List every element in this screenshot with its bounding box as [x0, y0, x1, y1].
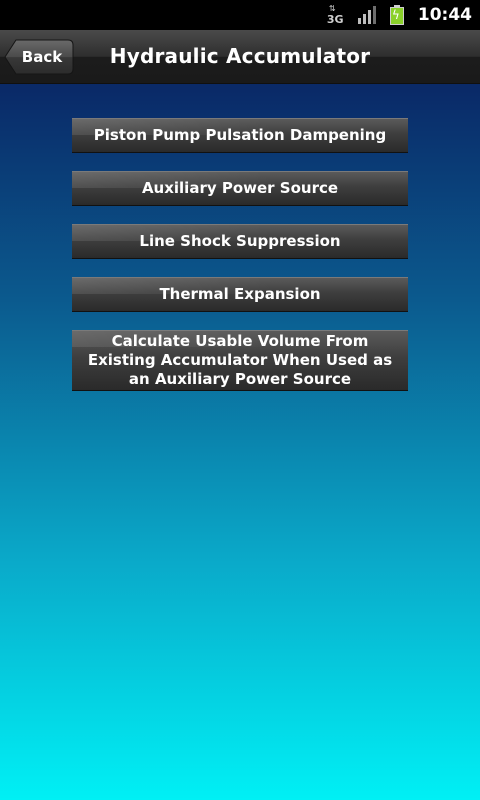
back-button[interactable]: Back [4, 39, 74, 75]
status-clock: 10:44 [417, 5, 472, 25]
menu-button-label: Calculate Usable Volume From Existing Ac… [87, 332, 393, 388]
back-button-label: Back [21, 48, 63, 66]
menu-button-label: Line Shock Suppression [139, 232, 341, 250]
network-type-label: 3G [326, 13, 344, 26]
battery-charging-icon: ϟ [389, 5, 404, 25]
line-shock-suppression-button[interactable]: Line Shock Suppression [72, 224, 408, 259]
thermal-expansion-button[interactable]: Thermal Expansion [72, 277, 408, 312]
app-screen: ⇅ 3G ϟ 10:44 Hydraulic Accumulator Back … [0, 0, 480, 800]
piston-pump-pulsation-button[interactable]: Piston Pump Pulsation Dampening [72, 118, 408, 153]
title-bar: Hydraulic Accumulator Back [0, 30, 480, 84]
menu-button-label: Auxiliary Power Source [141, 179, 339, 197]
status-icons: ⇅ 3G ϟ 10:44 [326, 0, 472, 30]
3g-data-icon: ⇅ 3G [326, 4, 344, 26]
auxiliary-power-source-button[interactable]: Auxiliary Power Source [72, 171, 408, 206]
menu-button-label: Piston Pump Pulsation Dampening [93, 126, 387, 144]
menu-list: Piston Pump Pulsation Dampening Auxiliar… [72, 118, 408, 409]
data-arrows-icon: ⇅ [328, 4, 336, 13]
signal-strength-icon [357, 6, 378, 24]
status-bar: ⇅ 3G ϟ 10:44 [0, 0, 480, 30]
calculate-usable-volume-button[interactable]: Calculate Usable Volume From Existing Ac… [72, 330, 408, 391]
menu-button-label: Thermal Expansion [159, 285, 321, 303]
